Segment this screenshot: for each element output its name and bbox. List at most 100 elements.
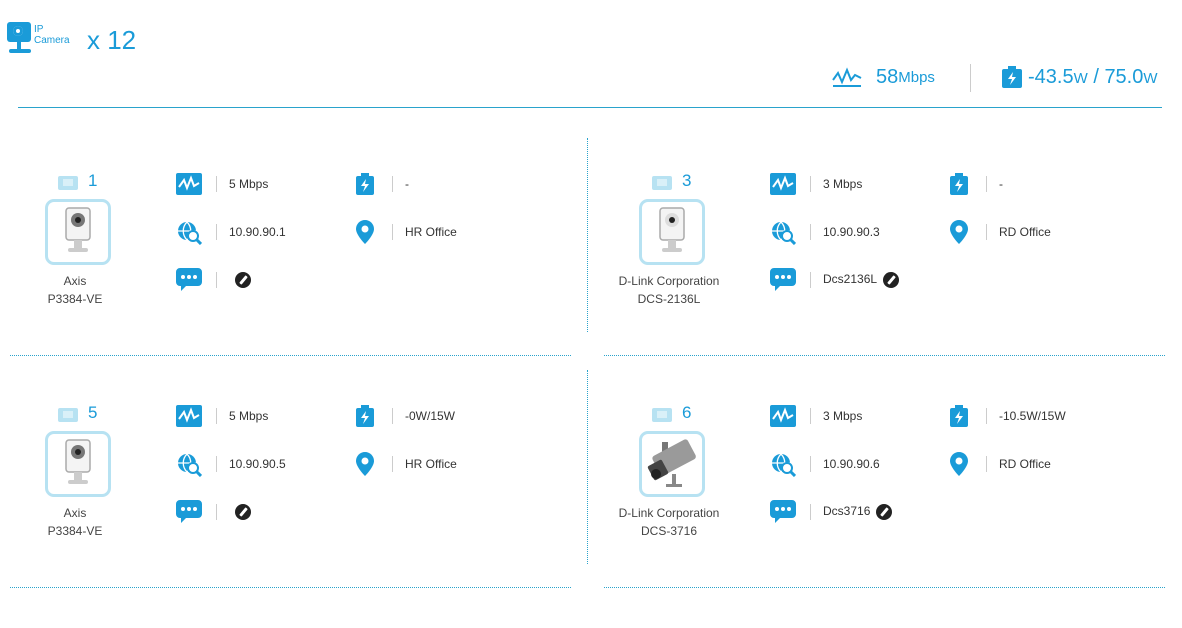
power-value: -10.5W/15W [999, 409, 1066, 423]
port-card[interactable]: 3 D-Link Corporation DCS-2136L 3 Mbps - [604, 171, 1182, 396]
ip-address: 10.90.90.3 [823, 225, 880, 239]
location-value: RD Office [999, 225, 1051, 239]
total-bandwidth-unit: Mbps [898, 68, 935, 86]
description-row [176, 498, 251, 526]
device-image[interactable] [639, 199, 705, 265]
location-row: HR Office [352, 450, 457, 478]
camera-count: x 12 [87, 25, 137, 55]
description-value: Dcs2136L [823, 272, 900, 288]
device-image[interactable] [45, 199, 111, 265]
globe-search-icon [176, 451, 202, 477]
port-number: 5 [88, 403, 98, 422]
total-bandwidth-value: 58 [876, 65, 899, 88]
total-power-value: -43.5W / 75.0W [1028, 65, 1158, 88]
power-row: - [946, 170, 1003, 198]
summary-divider [970, 64, 971, 92]
total-power: -43.5W / 75.0W [1002, 60, 1158, 94]
bandwidth-row: 3 Mbps [770, 170, 862, 198]
ip-address: 10.90.90.1 [229, 225, 286, 239]
header-divider [18, 107, 1162, 108]
description-value [229, 272, 251, 288]
description-value [229, 504, 251, 520]
bandwidth-icon [832, 67, 862, 87]
chat-bubble-icon [770, 499, 796, 525]
description-row [176, 266, 251, 294]
card-divider [604, 355, 1165, 356]
bandwidth-row: 5 Mbps [176, 402, 268, 430]
ethernet-port-icon [58, 408, 78, 422]
globe-search-icon [176, 219, 202, 245]
bandwidth-icon [176, 171, 202, 197]
ip-row: 10.90.90.1 [176, 218, 286, 246]
total-bandwidth: 58 Mbps [832, 60, 935, 94]
battery-bolt-icon [352, 171, 378, 197]
device-name: D-Link Corporation DCS-2136L [618, 274, 720, 306]
location-value: RD Office [999, 457, 1051, 471]
ethernet-port-icon [652, 176, 672, 190]
pencil-icon[interactable] [883, 272, 900, 288]
power-value: - [405, 177, 409, 191]
ip-camera-logo: IP Camera [7, 22, 70, 60]
power-row: -0W/15W [352, 402, 455, 430]
bandwidth-icon [770, 403, 796, 429]
location-pin-icon [352, 219, 378, 245]
port-number: 3 [682, 171, 692, 190]
column-divider [587, 138, 588, 332]
column-divider [587, 370, 588, 564]
device-image[interactable] [45, 431, 111, 497]
ip-row: 10.90.90.3 [770, 218, 880, 246]
globe-search-icon [770, 451, 796, 477]
power-row: -10.5W/15W [946, 402, 1066, 430]
bandwidth-row: 3 Mbps [770, 402, 862, 430]
bandwidth-row: 5 Mbps [176, 170, 268, 198]
ip-row: 10.90.90.5 [176, 450, 286, 478]
card-divider [604, 587, 1165, 588]
chat-bubble-icon [176, 267, 202, 293]
device-name: D-Link Corporation DCS-3716 [618, 506, 720, 538]
device-name: Axis P3384-VE [47, 506, 103, 538]
bandwidth-icon [176, 403, 202, 429]
battery-bolt-icon [352, 403, 378, 429]
card-divider [10, 587, 571, 588]
ip-row: 10.90.90.6 [770, 450, 880, 478]
location-pin-icon [946, 219, 972, 245]
camera-lens-icon [7, 22, 31, 42]
pencil-icon[interactable] [876, 504, 893, 520]
port-card[interactable]: 6 D-Link Corporation DCS-3716 3 Mbps -10… [604, 403, 1182, 628]
logo-camera-label: Camera [34, 35, 70, 46]
battery-bolt-icon [946, 403, 972, 429]
power-value: -0W/15W [405, 409, 456, 423]
card-divider [10, 355, 571, 356]
device-image[interactable] [639, 431, 705, 497]
pencil-icon[interactable] [235, 504, 251, 520]
device-name: Axis P3384-VE [47, 274, 103, 306]
battery-bolt-icon [946, 171, 972, 197]
bandwidth-value: 3 Mbps [823, 177, 863, 191]
power-row: - [352, 170, 409, 198]
chat-bubble-icon [770, 267, 796, 293]
port-number: 1 [88, 171, 98, 190]
ethernet-port-icon [58, 176, 78, 190]
description-row: Dcs2136L [770, 266, 900, 294]
bandwidth-value: 5 Mbps [229, 409, 269, 423]
globe-search-icon [770, 219, 796, 245]
pencil-icon[interactable] [235, 272, 251, 288]
port-number: 6 [682, 403, 692, 422]
location-value: HR Office [405, 225, 457, 239]
ethernet-port-icon [652, 408, 672, 422]
port-card[interactable]: 1 Axis P3384-VE 5 Mbps - 10.90.90.1 HR O… [10, 171, 588, 396]
logo-ip-label: IP [34, 24, 44, 35]
page-header: IP Camera x 12 58 Mbps -43.5W / 75.0W [0, 0, 1182, 110]
location-row: RD Office [946, 218, 1051, 246]
description-row: Dcs3716 [770, 498, 893, 526]
location-pin-icon [352, 451, 378, 477]
bandwidth-value: 3 Mbps [823, 409, 863, 423]
chat-bubble-icon [176, 499, 202, 525]
location-pin-icon [946, 451, 972, 477]
location-row: RD Office [946, 450, 1051, 478]
location-value: HR Office [405, 457, 457, 471]
battery-bolt-icon [1002, 66, 1022, 88]
ip-address: 10.90.90.6 [823, 457, 880, 471]
ip-address: 10.90.90.5 [229, 457, 286, 471]
port-card[interactable]: 5 Axis P3384-VE 5 Mbps -0W/15W 10.90.90.… [10, 403, 588, 628]
